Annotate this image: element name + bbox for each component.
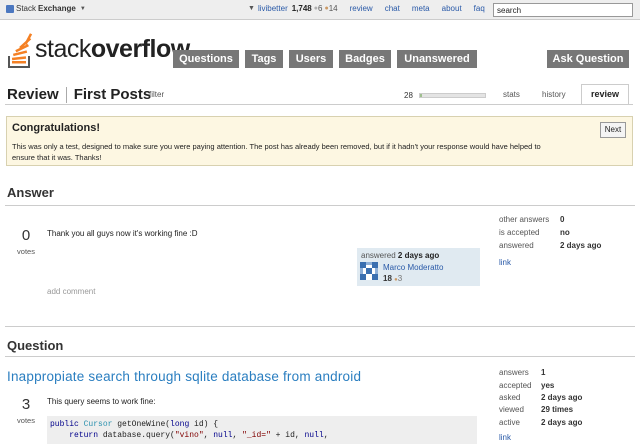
question-stat-value: 2 days ago: [541, 393, 583, 402]
tab-review[interactable]: review: [581, 84, 629, 105]
top-nav: ▼ livibetter 1,748 ● 6 ● 14 review chat me…: [248, 4, 485, 13]
username-link[interactable]: livibetter: [258, 4, 288, 13]
search-input[interactable]: [493, 3, 633, 17]
question-vote-count: 3: [21, 396, 31, 413]
question-stat-key: accepted: [499, 381, 532, 390]
silver-badge-count: 6: [318, 4, 323, 13]
answer-stat-value: 2 days ago: [560, 241, 602, 250]
answer-vote-count: 0: [21, 227, 31, 244]
stack-logo-icon: [8, 33, 33, 68]
answer-heading: Answer: [7, 185, 54, 200]
code-line: return database.query("vino", null, "_id…: [69, 431, 329, 440]
top-link-chat[interactable]: chat: [385, 4, 400, 13]
question-stat-value: 29 times: [541, 405, 574, 414]
question-top-divider: [5, 326, 635, 327]
top-bar: Stack Exchange ▼ ▼ livibetter 1,748 ● 6 ● 1…: [0, 0, 640, 20]
chevron-down-icon: ▼: [79, 5, 86, 12]
user-avatar[interactable]: [360, 262, 378, 280]
review-progress-bar: [419, 93, 486, 98]
answer-stat-key: other answers: [499, 215, 550, 224]
page-title: Review First Posts: [7, 86, 151, 103]
logo-text-light: stack: [35, 35, 91, 63]
answered-time: 2 days ago: [397, 251, 440, 260]
add-comment-link[interactable]: add comment: [47, 287, 95, 296]
bronze-badge-count: 14: [328, 4, 338, 13]
answer-votes-label: votes: [17, 247, 35, 256]
question-title-link[interactable]: Inappropiate search through sqlite datab…: [7, 369, 361, 384]
stackexchange-menu[interactable]: Stack Exchange ▼: [6, 4, 86, 13]
answer-body: Thank you all guys now it's working fine…: [47, 229, 198, 238]
stackexchange-icon: [6, 4, 14, 13]
review-title[interactable]: Review: [7, 86, 59, 103]
top-link-about[interactable]: about: [442, 4, 462, 13]
logo-wordmark: stackoverflow: [35, 37, 190, 68]
stackexchange-brand-bold: Exchange: [38, 4, 76, 13]
review-progress-count: 28: [404, 91, 413, 100]
answered-label: answered: [361, 251, 396, 260]
tab-history[interactable]: history: [542, 90, 566, 99]
question-stat-key: viewed: [499, 405, 524, 414]
answer-stat-value: no: [560, 228, 570, 237]
top-link-faq[interactable]: faq: [474, 4, 485, 13]
reputation-count[interactable]: 1,748: [292, 4, 312, 13]
ask-question-button[interactable]: Ask Question: [547, 50, 629, 68]
code-line: public Cursor getOneWine(long id) {: [50, 420, 219, 429]
congrats-notice: Congratulations! This was only a test, d…: [6, 116, 633, 166]
answer-divider: [5, 205, 635, 206]
next-button[interactable]: Next: [600, 122, 626, 138]
answer-stat-key: answered: [499, 241, 534, 250]
question-stat-key: asked: [499, 393, 521, 402]
review-queue-name: First Posts: [73, 86, 152, 103]
question-stat-key: answers: [499, 368, 529, 377]
tab-stats[interactable]: stats: [503, 90, 520, 99]
answered-info: answered 2 days ago: [361, 251, 439, 260]
top-link-meta[interactable]: meta: [412, 4, 430, 13]
answer-stat-value: 0: [560, 215, 565, 224]
answer-user-card: answered 2 days ago Marco Moderatto 18 ●…: [357, 248, 480, 286]
question-heading: Question: [7, 338, 64, 353]
stackexchange-brand-prefix: Stack: [16, 4, 37, 13]
nav-button-unanswered[interactable]: Unanswered: [397, 50, 477, 68]
code-block: public Cursor getOneWine(long id) { retu…: [47, 416, 477, 444]
question-divider: [5, 356, 635, 357]
filter-link[interactable]: filter: [149, 90, 164, 99]
nav-button-badges[interactable]: Badges: [339, 50, 391, 68]
header-divider: [5, 104, 633, 105]
question-stat-value: yes: [541, 381, 555, 390]
question-stat-value: 1: [541, 368, 546, 377]
question-stat-value: 2 days ago: [541, 418, 583, 427]
top-link-review[interactable]: review: [350, 4, 373, 13]
user-reputation: 18 ●3: [383, 274, 402, 283]
nav-button-questions[interactable]: Questions: [173, 50, 239, 68]
question-votes-label: votes: [17, 416, 35, 425]
congrats-title: Congratulations!: [12, 122, 100, 134]
nav-button-tags[interactable]: Tags: [245, 50, 283, 68]
question-permalink[interactable]: link: [499, 433, 511, 442]
question-body: This query seems to work fine:: [47, 397, 156, 406]
answer-permalink[interactable]: link: [499, 258, 511, 267]
question-stat-key: active: [499, 418, 520, 427]
title-divider: [65, 86, 67, 103]
congrats-message: This was only a test, designed to make s…: [12, 142, 541, 162]
user-bronze-count: 3: [397, 274, 403, 283]
user-rep-value: 18: [383, 274, 392, 283]
user-name-link[interactable]: Marco Moderatto: [383, 263, 443, 272]
answer-stat-key: is accepted: [499, 228, 540, 237]
nav-button-users[interactable]: Users: [289, 50, 333, 68]
review-progress-fill: [420, 94, 422, 97]
inbox-toggle-icon[interactable]: ▼: [248, 5, 255, 12]
site-logo[interactable]: stackoverflow: [8, 30, 190, 68]
